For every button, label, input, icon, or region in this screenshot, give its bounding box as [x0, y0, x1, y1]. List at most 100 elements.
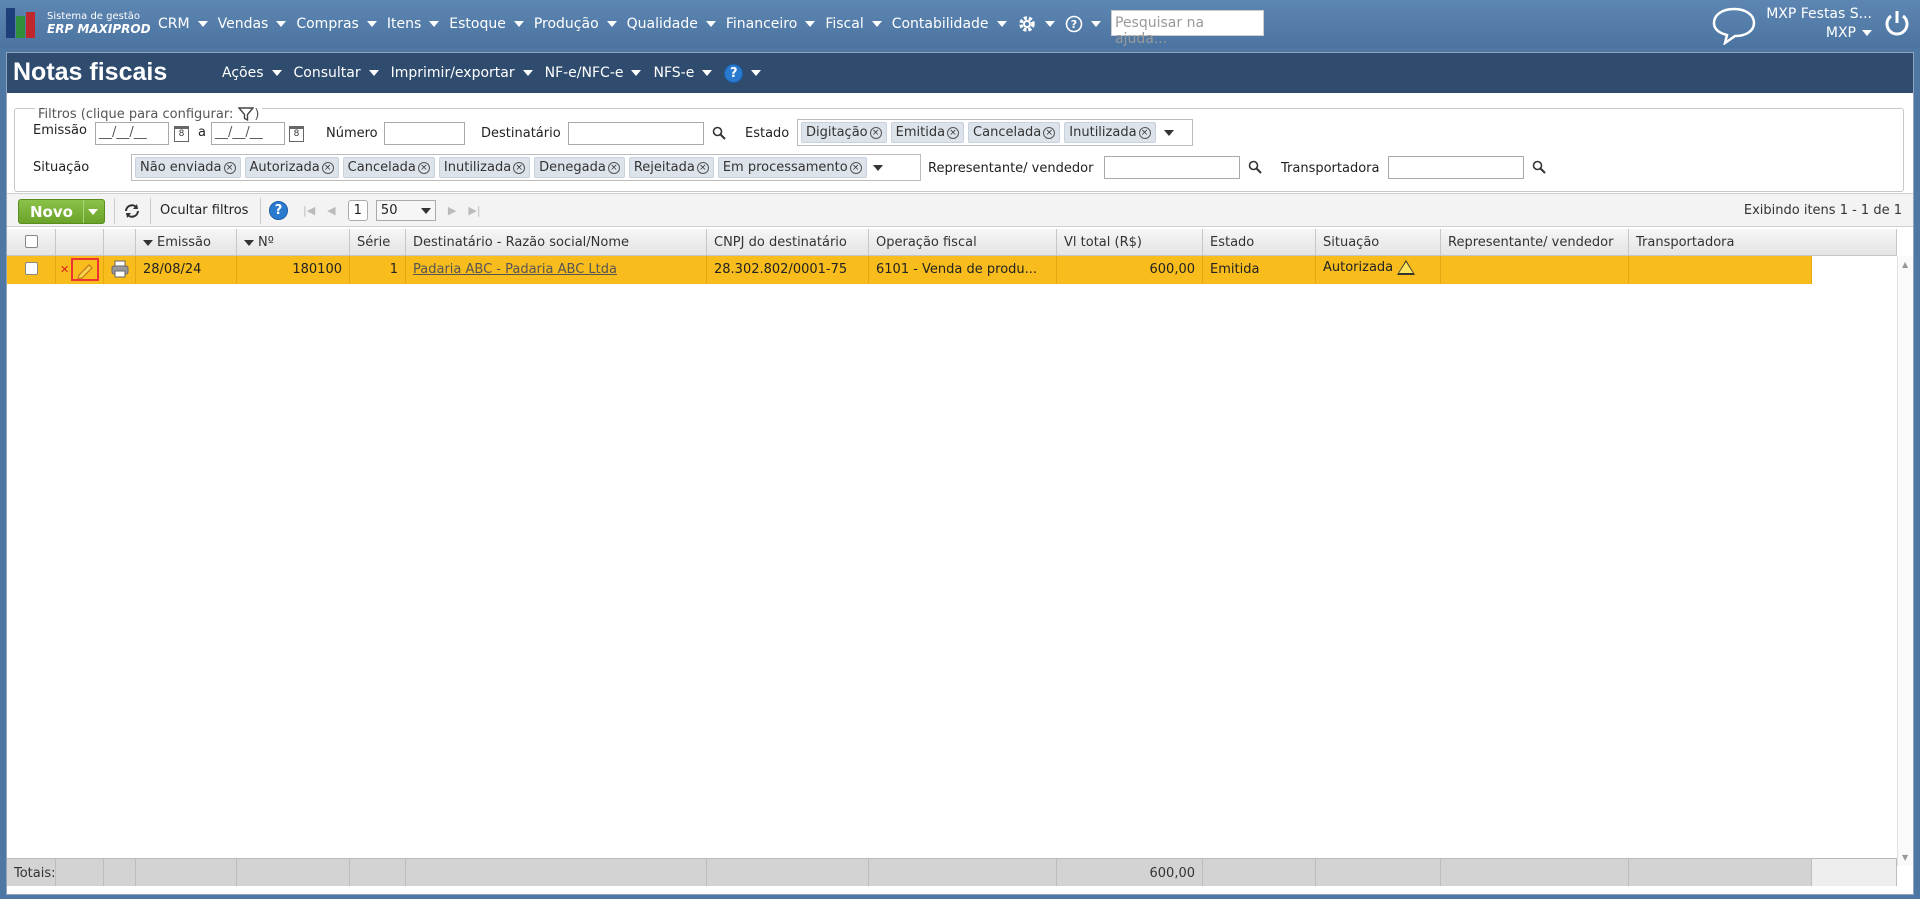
representante-input[interactable] — [1104, 156, 1240, 179]
delete-icon[interactable]: ✕ — [60, 263, 69, 276]
cell-destinatario: Padaria ABC - Padaria ABC Ltda — [406, 256, 707, 284]
search-icon[interactable] — [712, 126, 726, 140]
row-checkbox[interactable] — [7, 256, 56, 284]
situacao-tag[interactable]: Em processamento × — [717, 157, 867, 178]
remove-icon[interactable]: × — [1138, 126, 1151, 139]
next-page-icon[interactable]: ▶ — [448, 204, 456, 217]
chevron-down-icon[interactable] — [872, 164, 883, 171]
chat-icon[interactable] — [1711, 5, 1757, 45]
remove-icon[interactable]: × — [849, 161, 862, 174]
estado-tag[interactable]: Emitida × — [890, 122, 965, 143]
vertical-scrollbar[interactable]: ▲ ▼ — [1897, 256, 1913, 866]
situacao-tag[interactable]: Denegada × — [534, 157, 625, 178]
remove-icon[interactable]: × — [223, 161, 236, 174]
cell-representante — [1441, 256, 1629, 284]
select-all-checkbox[interactable] — [7, 229, 56, 255]
menu-nfse[interactable]: NFS-e — [653, 65, 713, 81]
situacao-tag[interactable]: Inutilizada × — [438, 157, 531, 178]
remove-icon[interactable]: × — [869, 126, 882, 139]
help-icon[interactable]: ? — [269, 201, 288, 220]
emissao-start-input[interactable]: __/__/__ — [95, 122, 169, 145]
row-print[interactable] — [104, 256, 136, 284]
remove-icon[interactable]: × — [513, 161, 526, 174]
search-icon[interactable] — [1248, 160, 1262, 174]
numero-input[interactable] — [384, 122, 465, 145]
situacao-tag[interactable]: Não enviada × — [135, 157, 241, 178]
menu-producao[interactable]: Produção — [534, 16, 617, 32]
header-numero[interactable]: Nº — [237, 229, 350, 255]
situacao-tag[interactable]: Cancelada × — [342, 157, 435, 178]
novo-button[interactable]: Novo — [18, 199, 105, 224]
menu-vendas[interactable]: Vendas — [218, 16, 287, 32]
prev-page-icon[interactable]: ◀ — [327, 204, 335, 217]
erp-logo[interactable]: Sistema de gestão ERP MAXIPROD — [6, 7, 151, 39]
header-operacao[interactable]: Operação fiscal — [869, 229, 1057, 255]
scroll-down-icon[interactable]: ▼ — [1902, 853, 1908, 862]
cell-estado: Emitida — [1203, 256, 1316, 284]
destinatario-input[interactable] — [568, 122, 704, 145]
situacao-multiselect[interactable]: Não enviada × Autorizada × Cancelada × Inut… — [131, 154, 921, 181]
header-situacao[interactable]: Situação — [1316, 229, 1441, 255]
first-page-icon[interactable]: |◀ — [303, 204, 315, 217]
table-row[interactable]: ✕ 28/08/24 180100 1 Padaria ABC - Padari… — [7, 256, 1812, 284]
help-search-input[interactable]: Pesquisar na ajuda... — [1111, 10, 1264, 47]
edit-button[interactable] — [71, 258, 99, 281]
destinatario-link[interactable]: Padaria ABC - Padaria ABC Ltda — [413, 262, 617, 277]
menu-financeiro[interactable]: Financeiro — [726, 16, 816, 32]
filter-icon[interactable] — [238, 107, 255, 122]
search-icon[interactable] — [1532, 160, 1546, 174]
remove-icon[interactable]: × — [947, 126, 960, 139]
page-number[interactable]: 1 — [347, 200, 368, 221]
filters-legend[interactable]: Filtros (clique para configurar: ) — [35, 107, 263, 122]
menu-itens[interactable]: Itens — [387, 16, 440, 32]
menu-consultar[interactable]: Consultar — [294, 65, 379, 81]
calendar-icon[interactable]: 8 — [174, 126, 189, 142]
page-help-button[interactable]: ? — [724, 63, 762, 83]
header-destinatario[interactable]: Destinatário - Razão social/Nome — [406, 229, 707, 255]
header-representante[interactable]: Representante/ vendedor — [1441, 229, 1629, 255]
remove-icon[interactable]: × — [417, 161, 430, 174]
estado-tag[interactable]: Inutilizada × — [1064, 122, 1156, 143]
header-estado[interactable]: Estado — [1203, 229, 1316, 255]
menu-qualidade[interactable]: Qualidade — [627, 16, 716, 32]
menu-contabilidade[interactable]: Contabilidade — [892, 16, 1007, 32]
header-vl-total[interactable]: Vl total (R$) — [1057, 229, 1203, 255]
situacao-tag[interactable]: Rejeitada × — [628, 157, 714, 178]
remove-icon[interactable]: × — [607, 161, 620, 174]
page-size-select[interactable]: 50 — [375, 200, 436, 221]
power-icon[interactable] — [1882, 8, 1912, 38]
novo-dropdown[interactable] — [83, 200, 98, 223]
transportadora-input[interactable] — [1388, 156, 1524, 179]
ocultar-filtros-button[interactable]: Ocultar filtros — [160, 203, 248, 218]
header-serie[interactable]: Série — [350, 229, 406, 255]
menu-acoes[interactable]: Ações — [222, 65, 282, 81]
remove-icon[interactable]: × — [696, 161, 709, 174]
menu-nfe-nfce[interactable]: NF-e/NFC-e — [545, 65, 642, 81]
last-page-icon[interactable]: ▶| — [468, 204, 480, 217]
warning-icon[interactable] — [1397, 260, 1416, 275]
menu-estoque[interactable]: Estoque — [449, 16, 524, 32]
header-transportadora[interactable]: Transportadora — [1629, 229, 1897, 255]
help-menu[interactable]: ? — [1065, 15, 1101, 33]
remove-icon[interactable]: × — [1043, 126, 1056, 139]
menu-imprimir-exportar[interactable]: Imprimir/exportar — [391, 65, 533, 81]
remove-icon[interactable]: × — [321, 161, 334, 174]
chevron-down-icon[interactable] — [1163, 129, 1174, 136]
scroll-up-icon[interactable]: ▲ — [1902, 260, 1908, 269]
user-menu[interactable]: MXP Festas S... MXP — [1766, 5, 1872, 43]
chevron-down-icon — [420, 207, 431, 214]
calendar-icon[interactable]: 8 — [289, 126, 304, 142]
menu-compras[interactable]: Compras — [296, 16, 377, 32]
estado-tag[interactable]: Digitação × — [801, 122, 887, 143]
settings-menu[interactable] — [1017, 14, 1055, 34]
estado-tag[interactable]: Cancelada × — [968, 122, 1061, 143]
header-cnpj[interactable]: CNPJ do destinatário — [707, 229, 869, 255]
cell-cnpj: 28.302.802/0001-75 — [707, 256, 869, 284]
menu-fiscal[interactable]: Fiscal — [825, 16, 882, 32]
situacao-tag[interactable]: Autorizada × — [244, 157, 339, 178]
emissao-end-input[interactable]: __/__/__ — [211, 122, 285, 145]
estado-multiselect[interactable]: Digitação × Emitida × Cancelada × Inutiliza… — [797, 119, 1193, 146]
menu-crm[interactable]: CRM — [158, 16, 208, 32]
header-emissao[interactable]: Emissão — [136, 229, 237, 255]
refresh-icon[interactable] — [123, 203, 141, 219]
